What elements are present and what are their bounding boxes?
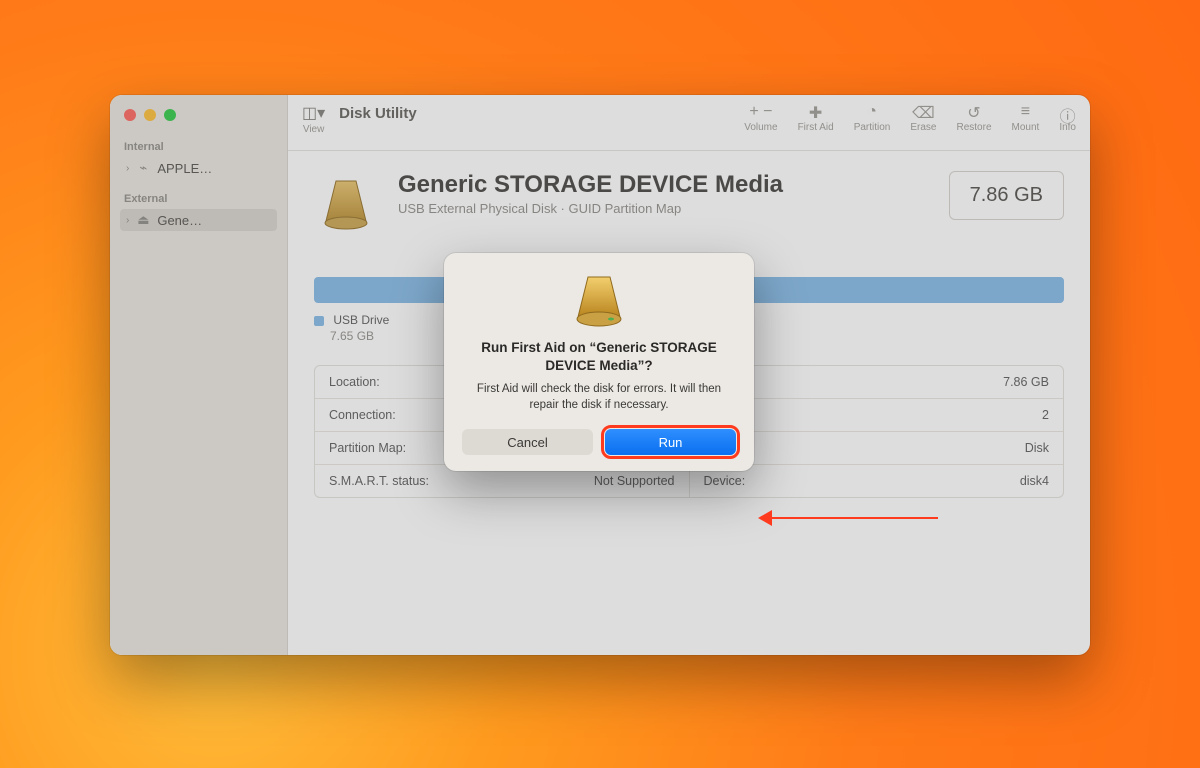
toolbar-label: Volume [744,122,777,133]
toolbar-partition-button[interactable]: ◔ Partition [844,103,901,133]
cancel-button[interactable]: Cancel [462,429,593,455]
capacity-badge: 7.86 GB [949,171,1064,220]
detail-value: 2 [1042,408,1049,422]
button-label: Run [659,435,683,450]
toolbar: ◫▾ View Disk Utility + − Volume ✚ First … [288,95,1090,151]
sidebar-group-external: External [124,193,273,205]
app-title: Disk Utility [339,105,417,122]
zoom-window-button[interactable] [164,109,176,121]
toolbar-label: Mount [1012,122,1040,133]
detail-label: S.M.A.R.T. status: [329,474,429,488]
plus-minus-icon: + − [744,103,777,121]
toolbar-first-aid-button[interactable]: ✚ First Aid [788,103,844,133]
external-disk-large-icon [564,271,634,331]
legend-swatch-icon [314,316,324,326]
disk-subtitle: USB External Physical Disk · GUID Partit… [398,201,929,216]
detail-label: Partition Map: [329,441,406,455]
detail-label: Device: [704,474,746,488]
sidebar-item-external-disk[interactable]: › ⏏ Gene… [120,209,277,231]
erase-icon: ⌫ [910,103,936,121]
info-icon: ⓘ [1059,103,1076,121]
detail-value: Not Supported [594,474,675,488]
disk-hero-icon [314,171,378,235]
toolbar-info-button[interactable]: ⓘ Info [1049,103,1076,133]
chevron-right-icon: › [126,163,129,174]
sheet-title: Run First Aid on “Generic STORAGE DEVICE… [462,339,736,374]
detail-value: 7.86 GB [1003,375,1049,389]
restore-icon: ↺ [957,103,992,121]
external-disk-icon: ⏏ [135,212,151,228]
internal-disk-icon: ⌁ [135,160,151,176]
detail-value: Disk [1025,441,1049,455]
detail-label: Location: [329,375,380,389]
first-aid-confirm-sheet: Run First Aid on “Generic STORAGE DEVICE… [444,253,754,471]
detail-label: Connection: [329,408,396,422]
pie-icon-icon: ◔ [854,103,891,121]
chevron-right-icon: › [126,215,129,226]
annotation-arrow-icon [758,513,938,523]
sidebar-toggle-icon: ◫▾ [302,103,325,123]
run-button[interactable]: Run [605,429,736,455]
sidebar-group-internal: Internal [124,141,273,153]
toolbar-label: Partition [854,122,891,133]
stethoscope-icon: ✚ [798,103,834,121]
toolbar-erase-button[interactable]: ⌫ Erase [900,103,946,133]
toolbar-volume-button[interactable]: + − Volume [734,103,787,133]
sidebar: Internal › ⌁ APPLE… External › ⏏ Gene… [110,95,288,655]
toolbar-label: First Aid [798,122,834,133]
toolbar-mount-button[interactable]: ≡ Mount [1002,103,1050,133]
toolbar-label: Erase [910,122,936,133]
sidebar-item-label: Gene… [157,213,202,228]
toolbar-label: Info [1059,122,1076,133]
window-traffic-lights [120,109,277,121]
legend-name: USB Drive [333,313,389,327]
disk-title: Generic STORAGE DEVICE Media [398,171,929,199]
mount-icon: ≡ [1012,103,1040,121]
detail-value: disk4 [1020,474,1049,488]
sheet-body: First Aid will check the disk for errors… [462,382,736,413]
sidebar-item-label: APPLE… [157,161,212,176]
toolbar-label: Restore [957,122,992,133]
close-window-button[interactable] [124,109,136,121]
toolbar-label: View [303,124,325,135]
button-label: Cancel [507,435,547,450]
toolbar-restore-button[interactable]: ↺ Restore [947,103,1002,133]
minimize-window-button[interactable] [144,109,156,121]
sidebar-item-internal-disk[interactable]: › ⌁ APPLE… [120,157,277,179]
toolbar-view-button[interactable]: ◫▾ View [302,103,325,135]
